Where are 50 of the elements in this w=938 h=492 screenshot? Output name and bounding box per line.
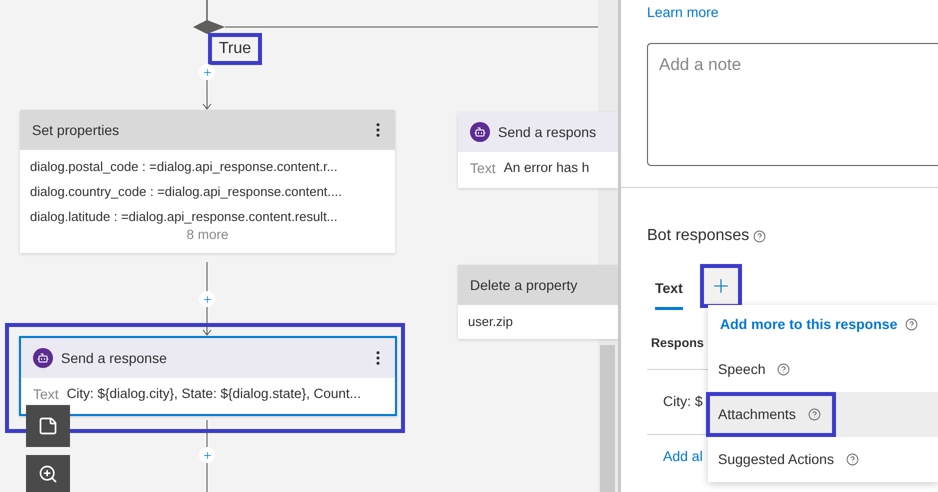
response-text: City: $ [663,392,704,411]
branch-label: True [208,33,262,65]
menu-item[interactable]: Suggested Actions [708,437,938,482]
zoom-in-button[interactable] [26,455,70,492]
sticky-note-icon [38,416,58,436]
plus-icon [202,450,212,460]
branch-diamond [193,20,225,34]
more-link[interactable]: 8 more [30,225,385,246]
action-node[interactable]: Set properties dialog.postal_code : =dialog.api_response.content.r... dialog.country_code : =dialog.api_response.content.... dialog.latitude : =dialog.api_response.content.result... 8 more [20,110,395,254]
menu-item[interactable]: Attachments [708,392,938,437]
action-node[interactable]: Delete a property user.zip [458,265,618,339]
property-text: dialog.latitude : =dialog.api_response.content.result... [30,208,339,226]
property-text: user.zip [468,313,514,331]
learn-more-link[interactable]: Learn more [647,3,719,21]
column-header: Respons [651,335,704,352]
node-title: Send a respons [498,122,598,142]
help-icon [808,408,821,421]
node-title: Set properties [32,120,120,140]
help-icon [777,363,790,376]
node-title: Delete a property [470,276,578,295]
add-step-button[interactable] [199,291,215,307]
arrow-connector [202,80,212,110]
property-text: dialog.postal_code : =dialog.api_response.content.r... [30,158,339,176]
tab[interactable]: Text [655,264,683,310]
zoom-in-icon [38,464,58,484]
scrollbar-thumb[interactable] [600,345,615,492]
response-text: An error has h [504,158,590,177]
plus-icon [202,294,212,304]
field-label: Text [33,384,59,404]
add-alternative-link[interactable]: Add al [663,446,703,467]
response-node[interactable]: Send a response Text City: ${dialog.city}, State: ${dialog.state}, Count... [19,336,397,416]
help-icon[interactable] [753,230,766,242]
bot-icon [33,348,53,368]
response-text: City: ${dialog.city}, State: ${dialog.state}, Count... [66,384,361,403]
note-field[interactable]: Add a note [647,43,938,166]
plus-icon [202,66,212,78]
menu-title: Add more to this response [720,315,898,334]
section-title: Bot responses [647,226,750,246]
add-step-button[interactable] [199,64,215,80]
property-text: dialog.country_code : =dialog.api_response.content.... [30,183,343,201]
help-icon [846,453,859,466]
node-title: Send a response [61,348,168,368]
add-button[interactable] [700,264,742,308]
help-icon[interactable] [905,318,918,331]
connector-line [206,0,208,21]
field-label: Text [470,158,496,178]
add-step-button[interactable] [199,447,215,463]
note-button[interactable] [26,405,70,447]
bot-icon [470,122,490,142]
response-node[interactable]: Send a respons Text An error has h [458,112,618,188]
